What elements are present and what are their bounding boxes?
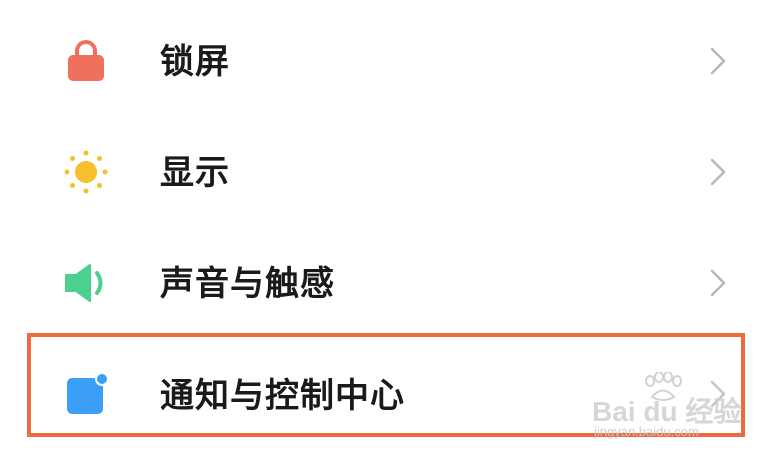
settings-item-sound[interactable]: 声音与触感 bbox=[0, 233, 770, 333]
settings-item-lock-screen[interactable]: 锁屏 bbox=[0, 12, 770, 112]
speaker-icon bbox=[62, 259, 110, 307]
settings-item-label: 显示 bbox=[160, 153, 230, 193]
settings-item-label: 锁屏 bbox=[160, 42, 230, 82]
highlight-box bbox=[27, 333, 745, 437]
lock-icon bbox=[62, 36, 110, 84]
sun-icon bbox=[62, 148, 110, 196]
chevron-right-icon bbox=[700, 155, 734, 189]
settings-item-display[interactable]: 显示 bbox=[0, 122, 770, 222]
chevron-right-icon bbox=[700, 44, 734, 78]
settings-item-label: 声音与触感 bbox=[160, 264, 335, 304]
chevron-right-icon bbox=[700, 266, 734, 300]
